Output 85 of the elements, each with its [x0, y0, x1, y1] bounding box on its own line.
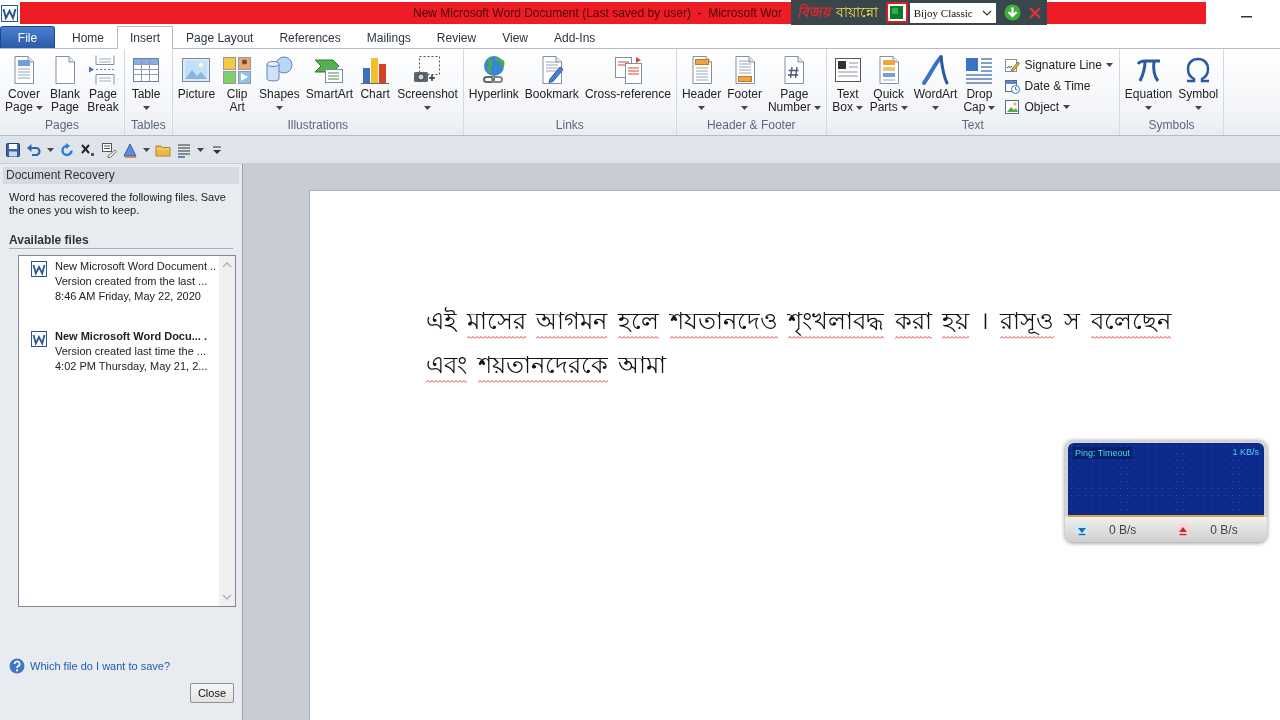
drop-cap-button[interactable]: Drop Cap	[960, 54, 999, 114]
group-label: Pages	[44, 118, 81, 132]
screenshot-button[interactable]: Screenshot	[394, 54, 461, 114]
file-name[interactable]: New Microsoft Word Document ..	[55, 259, 217, 274]
document-text-line: এবং শয়তানদেরকে আমা	[426, 343, 1280, 387]
group-label: Symbols	[1147, 118, 1196, 132]
signature-icon	[1004, 56, 1021, 73]
object-icon	[1004, 98, 1021, 115]
quick-parts-button[interactable]: Quick Parts	[866, 54, 911, 114]
document-icon	[31, 331, 47, 347]
ribbon-tab[interactable]: View	[489, 26, 541, 48]
product-name: বায়ান্নো	[836, 2, 878, 22]
upload-speed: 0 B/s	[1210, 522, 1238, 537]
triangle-icon[interactable]	[122, 141, 138, 158]
signature-line-button[interactable]: Signature Line	[1000, 54, 1117, 75]
caret-icon	[47, 147, 54, 152]
align-lines-icon[interactable]	[176, 141, 192, 158]
page-number-button[interactable]: Page Number	[764, 54, 824, 114]
page-eraser-icon[interactable]	[101, 141, 117, 158]
bookmark-button[interactable]: Bookmark	[521, 54, 582, 101]
hyperlink-button[interactable]: Hyperlink	[465, 54, 522, 101]
ribbon-tab[interactable]: Add-Ins	[540, 26, 609, 48]
pane-title: Document Recovery	[3, 167, 239, 184]
blank-page-button[interactable]: Blank Page	[46, 54, 85, 114]
table-button[interactable]: Table	[127, 54, 166, 114]
help-link[interactable]: Which file do I want to save?	[30, 660, 170, 672]
ribbon-tab[interactable]: References	[266, 26, 354, 48]
ribbon-tab[interactable]: Home	[59, 26, 117, 48]
ribbon-tab[interactable]: Review	[423, 26, 490, 48]
clip-art-icon	[221, 54, 254, 86]
text-box-button[interactable]: Text Box	[828, 54, 867, 114]
file-version-note: Version created from the last ...	[55, 274, 209, 289]
download-arrow-icon[interactable]	[1004, 4, 1021, 21]
group-label: Illustrations	[286, 118, 350, 132]
group-label: Text	[960, 118, 985, 132]
chevron-icon	[982, 9, 992, 16]
mode-toggle-button[interactable]	[886, 2, 908, 23]
document-icon	[31, 261, 47, 277]
cross-reference-button[interactable]: Cross-reference	[581, 54, 674, 101]
ribbon-tab[interactable]: Insert	[117, 26, 174, 49]
save-icon[interactable]	[5, 141, 21, 158]
download-icon	[1075, 522, 1089, 537]
group-label: Tables	[130, 118, 167, 132]
date-time-button[interactable]: Date & Time	[1000, 75, 1117, 96]
symbol-button[interactable]: Symbol	[1175, 54, 1222, 114]
header-button[interactable]: Header	[678, 54, 725, 114]
square-icon	[890, 6, 904, 19]
ribbon-tab[interactable]: Mailings	[353, 26, 424, 48]
calendar-clock-icon	[1004, 77, 1021, 94]
caret-icon	[143, 147, 150, 152]
shapes-button[interactable]: Shapes	[256, 54, 303, 114]
footer-button[interactable]: Footer	[724, 54, 765, 114]
layout-dropdown[interactable]: Bijoy Classic	[909, 2, 996, 23]
cover-page-button[interactable]: Cover Page	[2, 54, 47, 114]
file-version-note: Version created last time the ...	[55, 344, 208, 359]
wordart-button[interactable]: WordArt	[910, 54, 961, 114]
group-label: Header & Footer	[705, 118, 797, 132]
section-heading: Available files	[9, 233, 233, 249]
file-timestamp: 8:46 AM Friday, May 22, 2020	[55, 289, 202, 304]
caret-icon	[197, 147, 204, 152]
ping-status: Ping: Timeout	[1073, 447, 1133, 459]
clip-art-button[interactable]: Clip Art	[218, 54, 257, 114]
file-timestamp: 4:02 PM Thursday, May 21, 2...	[55, 359, 208, 374]
page-break-button[interactable]: Page Break	[84, 54, 123, 114]
file-name[interactable]: New Microsoft Word Docu... .	[55, 329, 208, 344]
group-label: Links	[554, 118, 585, 132]
equation-button[interactable]: Equation	[1121, 54, 1176, 114]
upload-icon	[1176, 522, 1191, 537]
ribbon-tab[interactable]: Page Layout	[173, 26, 267, 48]
close-icon[interactable]	[1027, 4, 1043, 21]
redo-icon[interactable]	[59, 141, 75, 158]
pane-message: Word has recovered the following files. Save the ones you wish to keep.	[8, 191, 227, 217]
close-button[interactable]: Close	[189, 683, 234, 703]
undo-icon[interactable]	[26, 141, 42, 158]
download-speed: 0 B/s	[1109, 522, 1137, 537]
graph-scale-label: 1 KB/s	[1232, 447, 1259, 457]
file-tab[interactable]: File	[0, 26, 55, 48]
window-title: New Microsoft Word Document (Last saved by user) - Microsoft Wor	[413, 6, 782, 20]
chart-button[interactable]: Chart	[356, 54, 395, 101]
minimize-icon	[1241, 15, 1252, 18]
document-text-line: এই মাসের আগমন হলে শযতানদেও শৃংখলাবদ্ধ করা হয় । রাসূও স বলেছেন	[426, 299, 1280, 343]
object-button[interactable]: Object	[1000, 96, 1117, 117]
help-icon	[9, 658, 25, 674]
picture-button[interactable]: Picture	[174, 54, 219, 101]
smartart-button[interactable]: SmartArt	[302, 54, 357, 101]
